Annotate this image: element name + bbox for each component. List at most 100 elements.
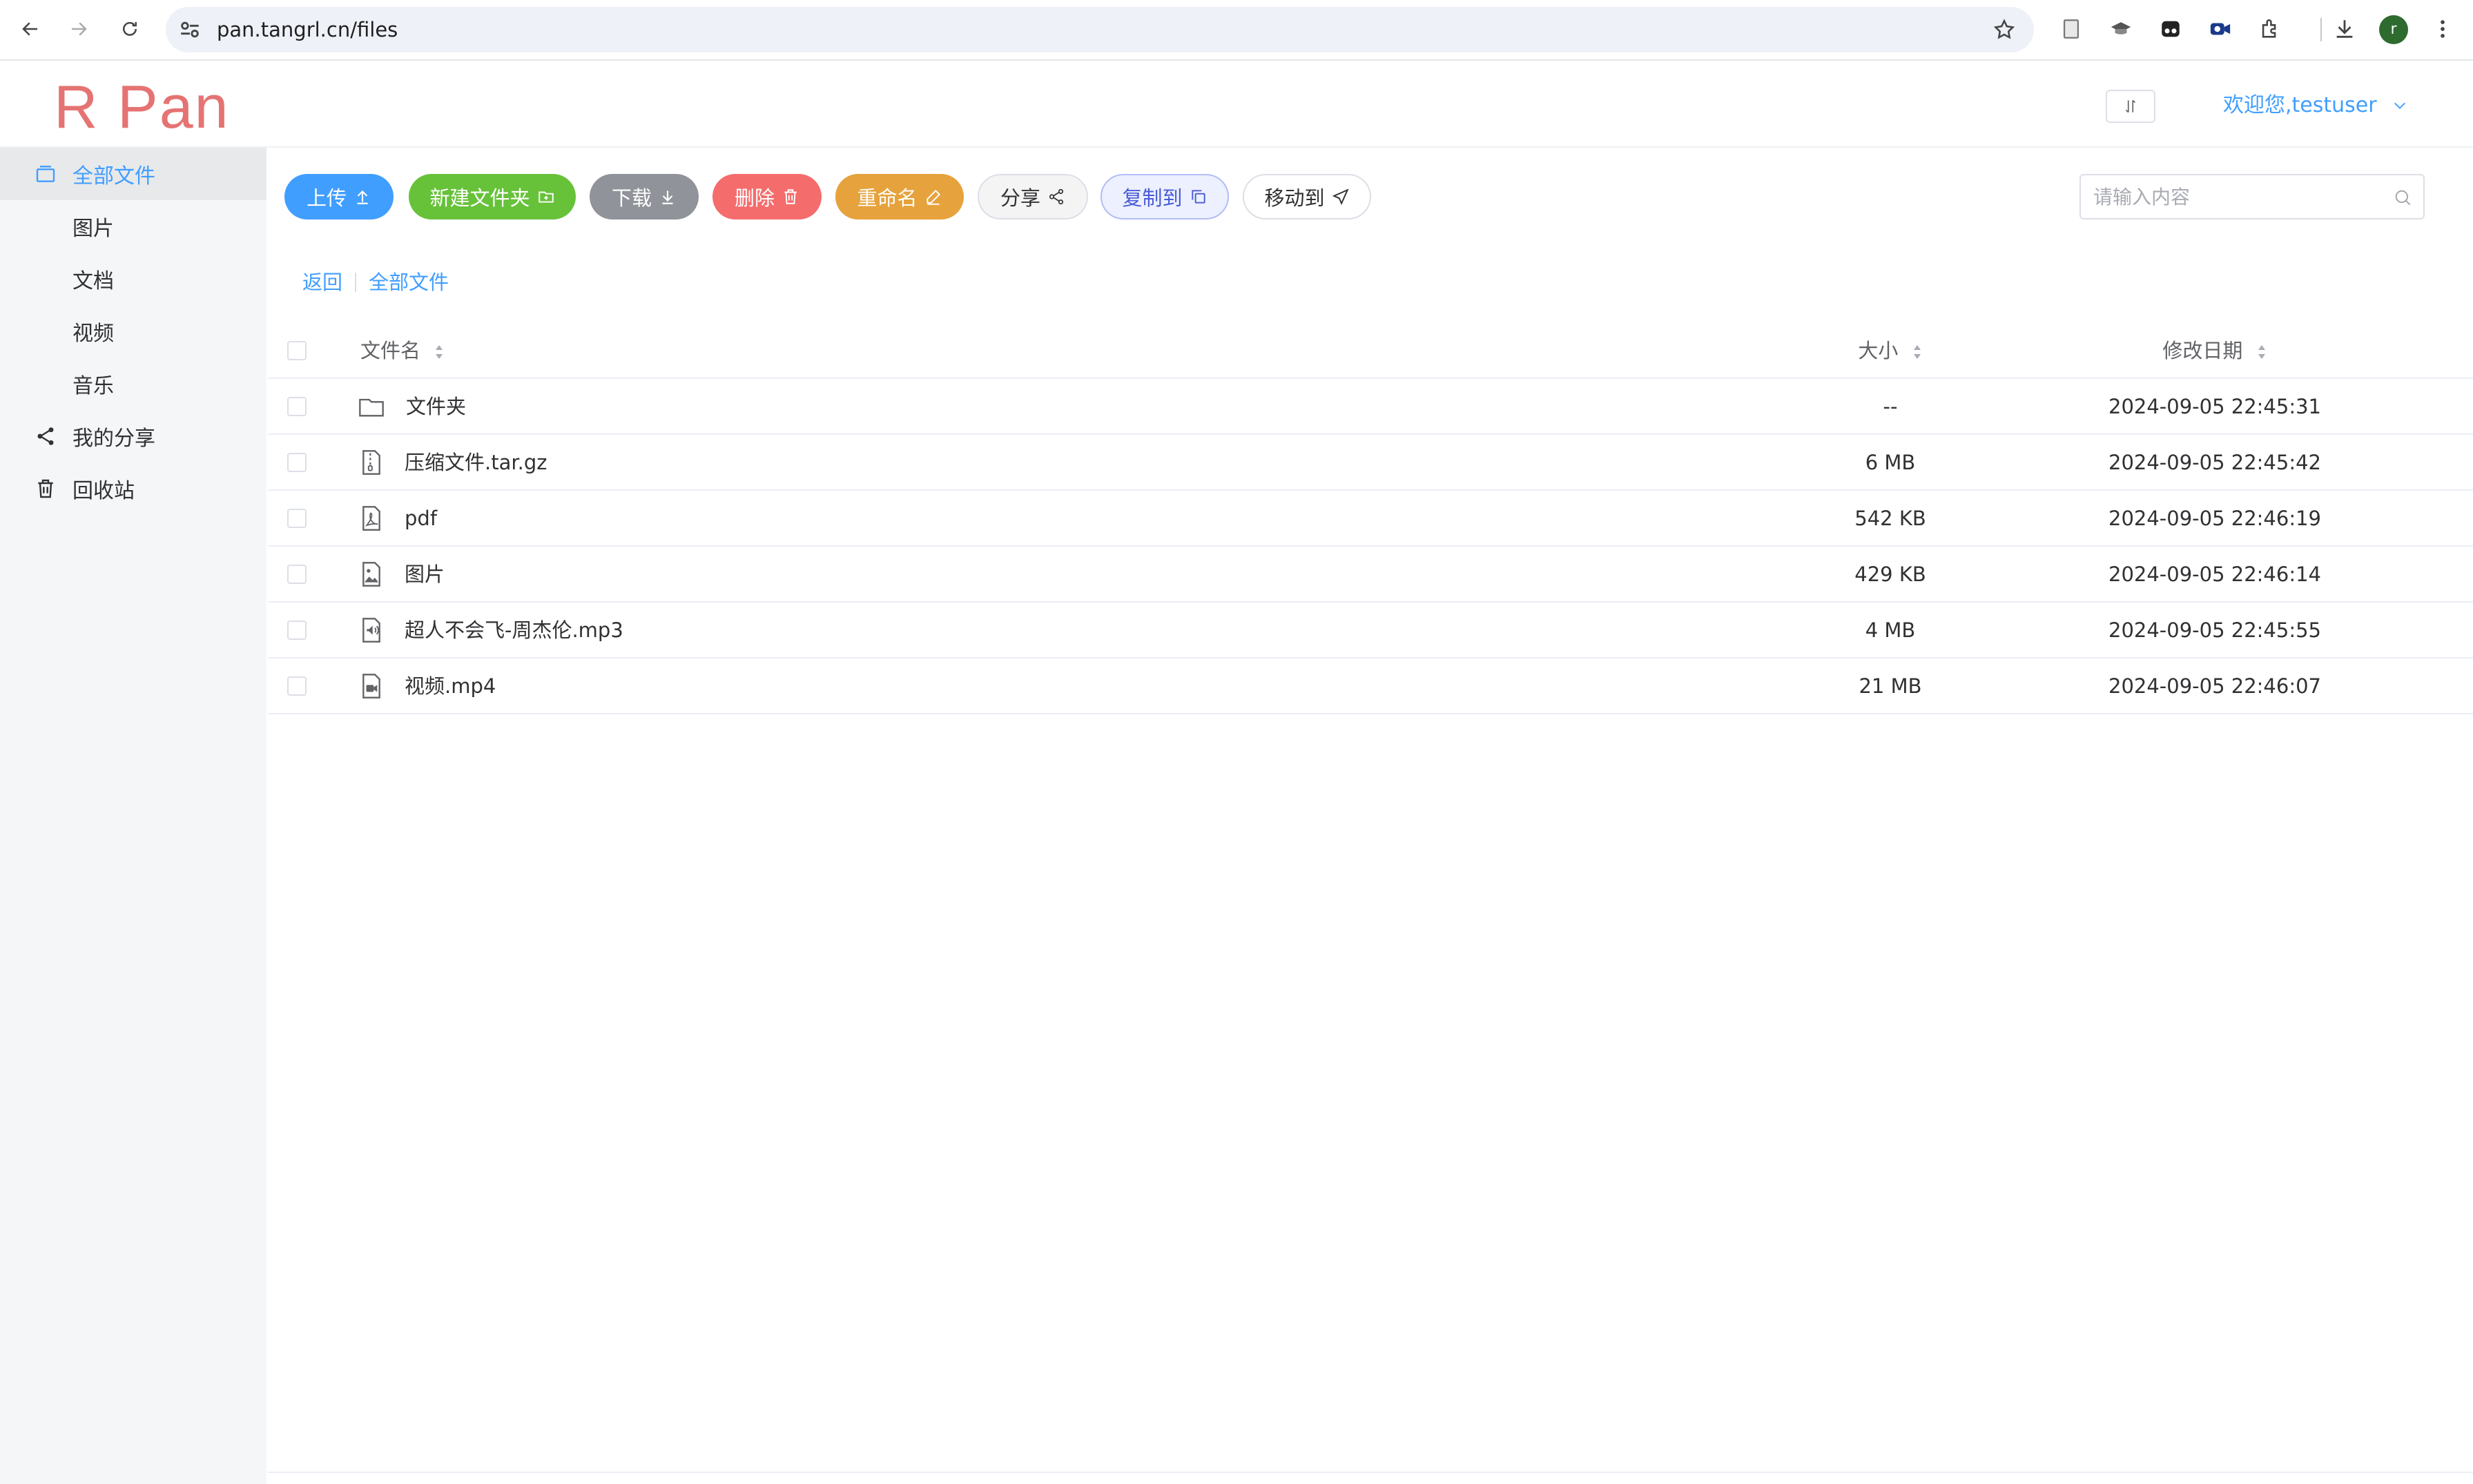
row-checkbox[interactable] [287,621,307,640]
row-checkbox[interactable] [287,397,307,416]
url-text[interactable]: pan.tangrl.cn/files [217,7,398,52]
extensions-button[interactable] [2256,15,2284,43]
sidebar-item-label: 我的分享 [72,427,155,451]
send-icon [1332,188,1349,206]
upload-button[interactable]: 上传 [284,174,394,219]
sidebar-item-label: 全部文件 [72,164,155,188]
incognito-icon [2162,21,2180,37]
share-button[interactable]: 分享 [978,174,1088,219]
user-menu[interactable]: 欢迎您,testuser [2223,88,2407,123]
column-header-date[interactable]: 修改日期 [2077,323,2353,379]
breadcrumb-back-link[interactable]: 返回 [302,266,342,298]
copy-to-label: 复制到 [1122,186,1183,210]
upload-icon [357,190,368,204]
site-settings-icon[interactable] [178,18,202,41]
table-row[interactable]: 视频.mp4 21 MB 2024-09-05 22:46:07 [268,658,2473,714]
sidebar-item-all-files[interactable]: 全部文件 [0,148,266,200]
extension-cap[interactable] [2107,15,2135,43]
image-file-icon [362,562,380,587]
sidebar-item-images[interactable]: 图片 [0,200,266,253]
download-button[interactable]: 下载 [590,174,699,219]
folder-icon [359,398,384,417]
search-icon[interactable] [2393,188,2412,207]
copy-to-button[interactable]: 复制到 [1100,174,1229,219]
app-header: R Pan 欢迎您,testuser [0,62,2473,148]
row-checkbox[interactable] [287,565,307,584]
upload-label: 上传 [306,186,347,210]
row-checkbox[interactable] [287,509,307,528]
search-input[interactable] [2093,175,2383,218]
search-box [2079,174,2425,219]
share-label: 分享 [1000,186,1040,210]
file-name[interactable]: 文件夹 [406,379,466,435]
file-size: 542 KB [1854,507,1926,530]
file-name[interactable]: 超人不会飞-周杰伦.mp3 [405,603,623,658]
graduation-cap-icon [2111,22,2131,35]
move-to-button[interactable]: 移动到 [1243,174,1371,219]
file-date: 2024-09-05 22:46:07 [2108,674,2321,698]
delete-button[interactable]: 删除 [712,174,822,219]
downloads-button[interactable] [2331,15,2358,43]
row-checkbox[interactable] [287,676,307,696]
document-icon [2063,19,2079,39]
column-header-name[interactable]: 文件名 [360,323,445,379]
sidebar-item-videos[interactable]: 视频 [0,305,266,358]
sidebar-item-recycle-bin[interactable]: 回收站 [0,462,266,515]
more-vertical-icon [2441,20,2445,38]
table-header: 文件名 大小 修改日期 [268,323,2473,379]
extension-doc[interactable] [2057,15,2085,43]
pdf-file-icon [362,506,380,531]
file-date: 2024-09-05 22:45:31 [2108,395,2321,418]
browser-toolbar: pan.tangrl.cn/files r [0,0,2473,61]
extension-incognito[interactable] [2157,15,2184,43]
file-name[interactable]: 视频.mp4 [405,658,496,714]
audio-file-icon [362,618,380,643]
table-row[interactable]: pdf 542 KB 2024-09-05 22:46:19 [268,491,2473,547]
table-row[interactable]: 文件夹 -- 2024-09-05 22:45:31 [268,379,2473,435]
archive-file-icon [362,450,380,475]
rename-label: 重命名 [857,186,918,210]
back-button[interactable] [11,10,50,48]
breadcrumb-current[interactable]: 全部文件 [369,266,449,298]
column-header-size[interactable]: 大小 [1787,323,1994,379]
browser-menu-button[interactable] [2429,15,2456,43]
table-row[interactable]: 压缩文件.tar.gz 6 MB 2024-09-05 22:45:42 [268,435,2473,491]
sidebar-item-label: 文档 [72,269,114,293]
extension-video[interactable] [2207,15,2234,43]
sort-icon [2258,345,2265,359]
forward-button[interactable] [59,10,98,48]
trash-icon [784,189,797,204]
file-table: 文件名 大小 修改日期 文件夹 -- 2024-09-05 22:45:31 压… [268,323,2473,714]
column-header-label: 文件名 [360,339,421,362]
file-name[interactable]: 图片 [405,547,445,603]
sort-icon [436,345,443,359]
file-size: 4 MB [1865,618,1916,642]
column-header-label: 大小 [1858,339,1899,362]
sidebar-item-label: 音乐 [72,374,114,398]
welcome-text: 欢迎您,testuser [2223,93,2377,117]
file-name[interactable]: pdf [405,491,437,547]
layout-switch-button[interactable] [2106,90,2155,123]
file-name[interactable]: 压缩文件.tar.gz [405,435,547,491]
breadcrumb-divider [355,273,357,292]
sidebar-item-documents[interactable]: 文档 [0,253,266,305]
profile-avatar[interactable]: r [2379,15,2408,44]
delete-label: 删除 [734,186,775,210]
row-checkbox[interactable] [287,453,307,472]
breadcrumb: 返回 全部文件 [302,266,449,298]
rename-button[interactable]: 重命名 [835,174,964,219]
table-row[interactable]: 超人不会飞-周杰伦.mp3 4 MB 2024-09-05 22:45:55 [268,603,2473,658]
sidebar-item-label: 视频 [72,322,114,346]
address-bar[interactable]: pan.tangrl.cn/files [166,7,2034,52]
reload-button[interactable] [110,10,149,48]
sidebar-item-music[interactable]: 音乐 [0,358,266,410]
table-row[interactable]: 图片 429 KB 2024-09-05 22:46:14 [268,547,2473,603]
new-folder-button[interactable]: 新建文件夹 [409,174,576,219]
download-icon [662,191,673,204]
app-logo[interactable]: R Pan [54,72,230,142]
sidebar-item-my-shares[interactable]: 我的分享 [0,410,266,462]
share-icon [1049,188,1064,205]
bookmark-star-icon[interactable] [1992,18,2016,41]
move-to-label: 移动到 [1264,186,1325,210]
select-all-checkbox[interactable] [287,341,307,360]
